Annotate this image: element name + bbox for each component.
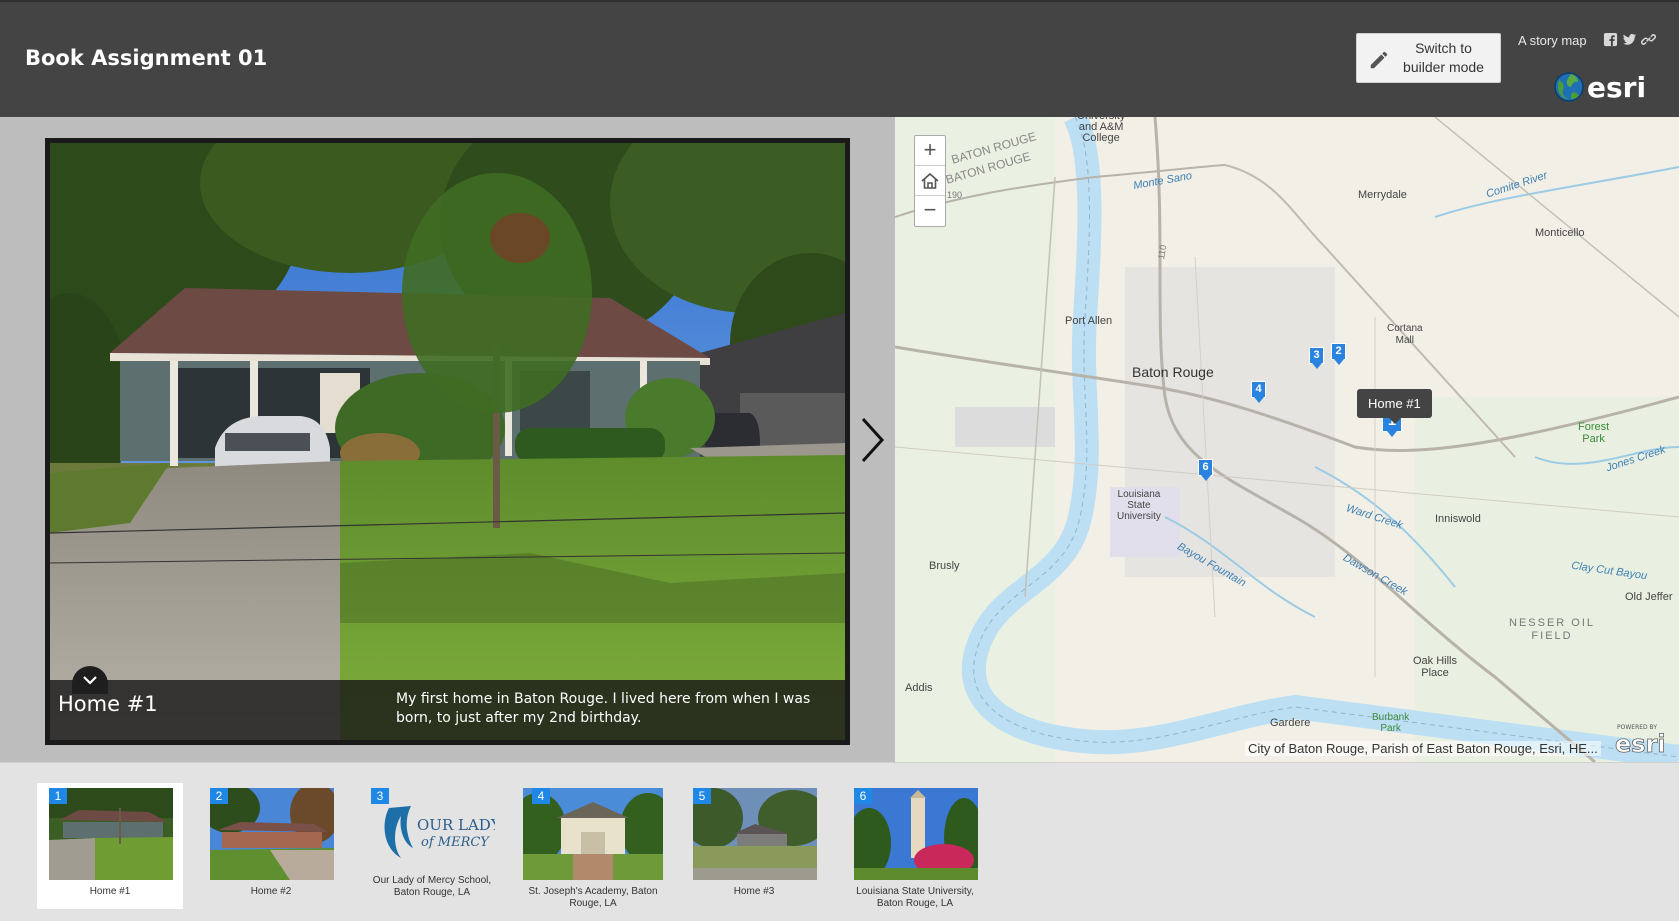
thumbnail-number: 5	[693, 788, 711, 804]
thumbnail-strip: 1 Home #1 2 Home #2 3 OUR LADY of MERCY …	[0, 762, 1679, 921]
map-label-brusly: Brusly	[929, 560, 960, 572]
facebook-icon[interactable]	[1603, 32, 1618, 47]
marker-tooltip: Home #1	[1357, 389, 1432, 424]
map-panel[interactable]: University and A&M College BATON ROUGE W…	[895, 117, 1679, 762]
thumbnail-4[interactable]: 4 St. Joseph's Academy, Baton Rouge, LA	[520, 783, 666, 909]
thumbnail-caption: Home #1	[89, 886, 131, 897]
esri-logo-text: esri	[1587, 71, 1646, 104]
thumbnail-1[interactable]: 1 Home #1	[37, 783, 183, 909]
media-panel: Home #1 My first home in Baton Rouge. I …	[0, 117, 895, 762]
story-map-label: A story map	[1518, 33, 1587, 48]
map-label-gardere: Gardere	[1270, 717, 1311, 729]
thumbnail-caption: Our Lady of Mercy School, Baton Rouge, L…	[372, 875, 492, 898]
link-icon[interactable]	[1641, 32, 1656, 47]
caption-title: Home #1	[58, 692, 158, 716]
map-label-oak-hills: Oak Hills Place	[1413, 655, 1458, 679]
map-label-highway-190: 190	[947, 190, 963, 200]
thumbnail-image	[693, 788, 817, 880]
home-icon	[921, 172, 939, 189]
zoom-out-button[interactable]: −	[915, 196, 945, 226]
chevron-down-icon	[83, 676, 97, 685]
photo-frame: Home #1 My first home in Baton Rouge. I …	[45, 138, 850, 745]
header-bar: Book Assignment 01 Switch to builder mod…	[0, 0, 1679, 117]
thumbnail-3[interactable]: 3 OUR LADY of MERCY Our Lady of Mercy Sc…	[359, 783, 505, 909]
thumbnail-image	[210, 788, 334, 880]
thumbnail-image: OUR LADY of MERCY	[371, 788, 495, 868]
map-label-lsu: Louisiana State University	[1117, 489, 1161, 522]
thumbnail-image	[854, 788, 978, 880]
switch-builder-mode-button[interactable]: Switch to builder mode	[1356, 33, 1501, 83]
thumbnail-logo-line2: of MERCY	[421, 835, 490, 850]
map-marker-4[interactable]: 4	[1251, 381, 1269, 403]
zoom-in-button[interactable]: +	[915, 136, 945, 166]
map-label-monticello: Monticello	[1535, 227, 1585, 239]
caption-description: My first home in Baton Rouge. I lived he…	[396, 691, 811, 726]
map-label-college: University and A&M College	[1077, 117, 1125, 144]
thumbnail-caption: Home #3	[733, 886, 775, 897]
map-label-addis: Addis	[905, 682, 933, 694]
house-photo	[50, 143, 845, 740]
collapse-caption-button[interactable]	[72, 666, 108, 694]
thumbnail-5[interactable]: 5 Home #3	[681, 783, 827, 909]
thumbnail-logo-line1: OUR LADY	[417, 816, 495, 834]
thumbnail-number: 6	[854, 788, 872, 804]
home-extent-button[interactable]	[915, 166, 945, 196]
thumbnail-number: 2	[210, 788, 228, 804]
basemap	[895, 117, 1679, 762]
map-label-forest-park: Forest Park	[1578, 421, 1610, 445]
map-label-old-jefferson: Old Jeffer	[1625, 591, 1673, 603]
pencil-icon	[1370, 51, 1388, 69]
map-label-inniswold: Inniswold	[1435, 513, 1481, 525]
map-label-burbank-park: Burbank Park	[1372, 712, 1410, 734]
map-label-port-allen: Port Allen	[1065, 315, 1113, 327]
thumbnail-image	[49, 788, 173, 880]
powered-by-esri-logo[interactable]: POWERED BY esri	[1613, 720, 1675, 758]
story-title: Book Assignment 01	[25, 46, 268, 70]
powered-by-esri-text: esri	[1615, 730, 1666, 758]
twitter-icon[interactable]	[1622, 32, 1637, 47]
thumbnail-number: 1	[49, 788, 67, 804]
thumbnail-6[interactable]: 6 Louisiana State University, Baton Roug…	[842, 783, 988, 909]
thumbnail-caption: Home #2	[250, 886, 292, 897]
map-marker-3[interactable]: 3	[1309, 347, 1327, 369]
map-label-merrydale: Merrydale	[1358, 189, 1407, 201]
main-photo: Home #1 My first home in Baton Rouge. I …	[50, 143, 845, 740]
builder-button-label: Switch to builder mode	[1403, 40, 1484, 75]
zoom-control: + −	[914, 135, 946, 227]
map-label-nesser-oil: NESSER OIL FIELD	[1509, 617, 1596, 642]
map-label-cortana-mall: Cortana Mall	[1387, 323, 1423, 346]
caption-bar: Home #1 My first home in Baton Rouge. I …	[50, 666, 845, 740]
thumbnail-number: 4	[532, 788, 550, 804]
map-attribution: City of Baton Rouge, Parish of East Bato…	[1245, 741, 1601, 756]
thumbnail-caption: Louisiana State University, Baton Rouge,…	[856, 886, 974, 909]
map-label-baton-rouge: Baton Rouge	[1132, 364, 1214, 380]
esri-logo[interactable]: esri	[1553, 68, 1649, 106]
thumbnail-caption: St. Joseph's Academy, Baton Rouge, LA	[528, 886, 658, 909]
thumbnail-2[interactable]: 2 Home #2	[198, 783, 344, 909]
map-marker-2[interactable]: 2	[1331, 343, 1349, 365]
thumbnail-number: 3	[371, 788, 389, 804]
chevron-right-icon[interactable]	[858, 415, 886, 465]
map-marker-6[interactable]: 6	[1198, 459, 1216, 481]
